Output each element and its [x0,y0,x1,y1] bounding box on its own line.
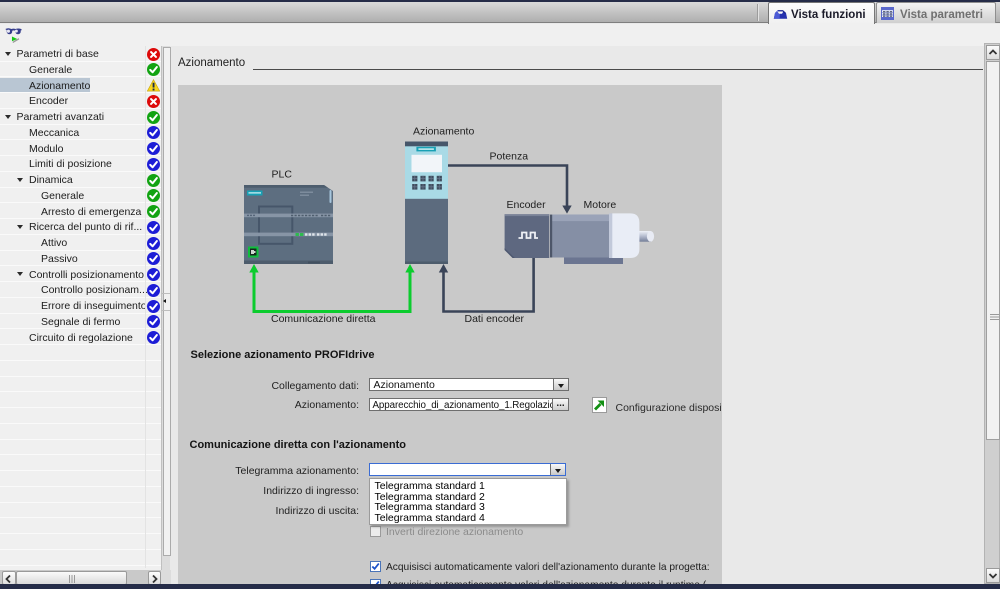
svg-text:Azionamento: Azionamento [413,126,474,138]
svg-text:Comunicazione diretta: Comunicazione diretta [271,313,376,325]
svg-text:Potenza: Potenza [490,151,529,163]
svg-text:Motore: Motore [584,199,617,211]
svg-text:Encoder: Encoder [507,199,547,211]
svg-text:PLC: PLC [272,169,293,181]
svg-text:Dati encoder: Dati encoder [465,313,525,325]
